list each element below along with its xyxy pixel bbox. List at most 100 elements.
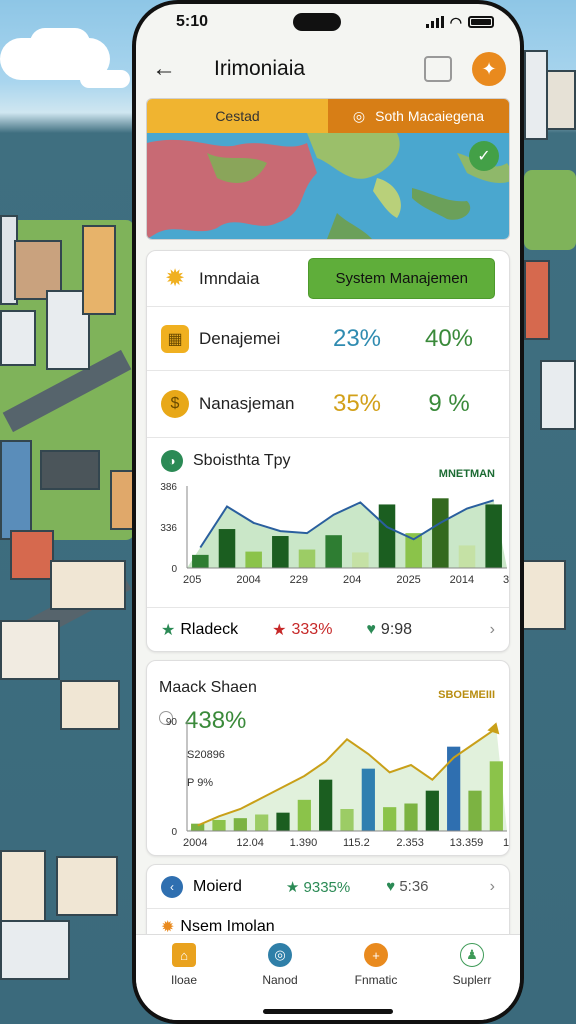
location-icon: ◎ — [352, 107, 366, 124]
chart-x-tick: 1.390 — [290, 837, 318, 849]
stat-value-2: 40% — [424, 324, 474, 352]
chevron-right-icon[interactable]: › — [490, 621, 495, 639]
chart-bar — [245, 551, 262, 568]
stat-row[interactable]: $ Nanasjeman 35% 9 % — [147, 371, 509, 437]
stat-value-2: 9 % — [428, 390, 470, 417]
back-arrow-icon[interactable]: ← — [152, 55, 192, 83]
chart-x-tick: 205 — [183, 574, 201, 586]
phone-frame: 5:10 ◠ ← Irimoniaia ✦ Cestad ◎ Soth Maca… — [132, 0, 524, 1024]
coin-icon: $ — [161, 390, 189, 418]
stat-value-1: 23% — [332, 324, 382, 352]
sun-icon: ✹ — [164, 265, 186, 292]
chart-bar — [432, 498, 449, 568]
map-card: Cestad ◎ Soth Macaiegena ✓ — [146, 98, 510, 240]
list-label: Moierd — [193, 877, 242, 895]
tab-cestad[interactable]: Cestad — [147, 99, 328, 133]
chart-bar — [233, 818, 247, 831]
star-icon: ★ — [161, 621, 176, 639]
stat-row-label: Denajemei — [199, 328, 281, 348]
chart-bar — [218, 529, 236, 568]
chart-bar — [272, 536, 289, 568]
chart-2: 2004 12.04 1.390 115.2 2.353 13.359 1.9.39 90 0 — [166, 717, 510, 849]
star-icon: ★ — [272, 621, 287, 639]
chart-x-tick: 204 — [343, 574, 361, 586]
chart-icon: ◑ — [161, 450, 183, 472]
chart-bar — [489, 761, 503, 831]
wifi-icon: ◠ — [449, 13, 462, 30]
tab-soth-label: Soth Macaiegena — [375, 108, 485, 124]
chart-1-title: Sboisthta Tpy — [193, 452, 291, 469]
chart-bar — [361, 768, 375, 831]
people-icon: ♟ — [460, 943, 484, 967]
target-icon: ◎ — [268, 943, 292, 967]
list-item[interactable]: ‹ Moierd ★ 9335% ♥ 5:36 › — [147, 865, 509, 909]
chart-2-legend: SBOEMEIII — [438, 689, 495, 701]
chart-y-tick: 0 — [171, 827, 177, 838]
world-map[interactable]: ✓ — [147, 133, 509, 239]
chart-bar — [325, 535, 342, 568]
cast-icon[interactable] — [424, 56, 452, 82]
map-land — [147, 133, 509, 239]
footer-stat: 9:98 — [380, 620, 413, 638]
chart-bar — [378, 504, 396, 568]
tab-label: Fnmatic — [354, 973, 398, 987]
chart-bar — [298, 549, 316, 568]
footer-stat: 333% — [291, 620, 333, 638]
system-management-button[interactable]: System Manajemen — [308, 258, 495, 299]
home-indicator — [263, 1009, 393, 1014]
stat-row-label: Nanasjeman — [199, 394, 295, 413]
list-stat-2: 5:36 — [399, 878, 429, 895]
heart-icon: ♥ — [386, 878, 396, 895]
chart-x-tick: 229 — [290, 574, 308, 586]
chart-bar — [447, 746, 461, 831]
chart-bar — [192, 554, 209, 568]
dynamic-island — [292, 13, 341, 31]
chart-bar — [276, 812, 290, 831]
chart-y-tick: 0 — [171, 564, 177, 575]
settings-wand-icon[interactable]: ✦ — [472, 52, 506, 86]
list-card: ‹ Moierd ★ 9335% ♥ 5:36 › ✹ Nsem Imolan — [146, 864, 510, 944]
tab-label: Suplerr — [452, 973, 492, 987]
app-bar: ← Irimoniaia ✦ — [136, 40, 520, 98]
chart-bar — [383, 807, 397, 831]
summary-title: Imndaia — [199, 268, 260, 288]
stat-row[interactable]: ▦ Denajemei 23% 40% — [147, 307, 509, 371]
chart-bar — [340, 809, 354, 831]
chart-x-tick: 2004 — [183, 837, 207, 849]
chart-1-footer[interactable]: ★ Rladeck ★ 333% ♥ 9:98 › — [147, 607, 509, 651]
bottom-tab-bar: ⌂ Iloae ◎ Nanod + Fnmatic ♟ Suplerr — [136, 934, 520, 1020]
chart-x-tick: 2.353 — [396, 837, 424, 849]
summary-card: ✹ Imndaia System Manajemen ▦ Denajemei 2… — [146, 250, 510, 652]
chevron-right-icon[interactable]: › — [490, 878, 495, 896]
chart-x-tick: 1.9.39 — [503, 837, 510, 849]
chart-1: 205 2004 229 204 2025 2014 3565 386 336 0 — [160, 482, 509, 586]
chart-bar — [352, 552, 369, 568]
signal-icon — [425, 16, 444, 28]
stat-value-1: 35% — [332, 390, 382, 417]
chart-bar — [319, 779, 333, 831]
badge-icon: ▦ — [161, 324, 189, 353]
heart-icon: ♥ — [366, 620, 376, 638]
back-circle-icon: ‹ — [161, 875, 183, 898]
plus-icon: + — [364, 943, 388, 967]
chart-y-tick: 336 — [160, 523, 177, 534]
list-stat-1: 9335% — [303, 878, 351, 896]
tab-soth[interactable]: ◎ Soth Macaiegena — [328, 99, 509, 133]
chart-bar — [297, 799, 311, 831]
tab-label: Iloae — [170, 973, 198, 987]
app-screen: 5:10 ◠ ← Irimoniaia ✦ Cestad ◎ Soth Maca… — [136, 4, 520, 1020]
chart-x-tick: 12.04 — [236, 837, 264, 849]
status-time: 5:10 — [176, 13, 209, 30]
chart-y-tick: 90 — [166, 717, 178, 728]
tab-home[interactable]: ⌂ Iloae — [144, 943, 224, 1020]
chart-x-tick: 13.359 — [450, 837, 484, 849]
map-confirm-icon[interactable]: ✓ — [469, 141, 499, 171]
chart-bar — [425, 790, 439, 831]
chart-2-title: Maack Shaen — [159, 679, 257, 696]
chart-y-tick: 386 — [160, 482, 177, 493]
tab-people[interactable]: ♟ Suplerr — [432, 943, 512, 1020]
chart-bar — [458, 545, 476, 568]
chart-x-tick: 2004 — [236, 574, 260, 586]
chart-bar — [468, 790, 482, 831]
chart-bar — [212, 820, 226, 831]
